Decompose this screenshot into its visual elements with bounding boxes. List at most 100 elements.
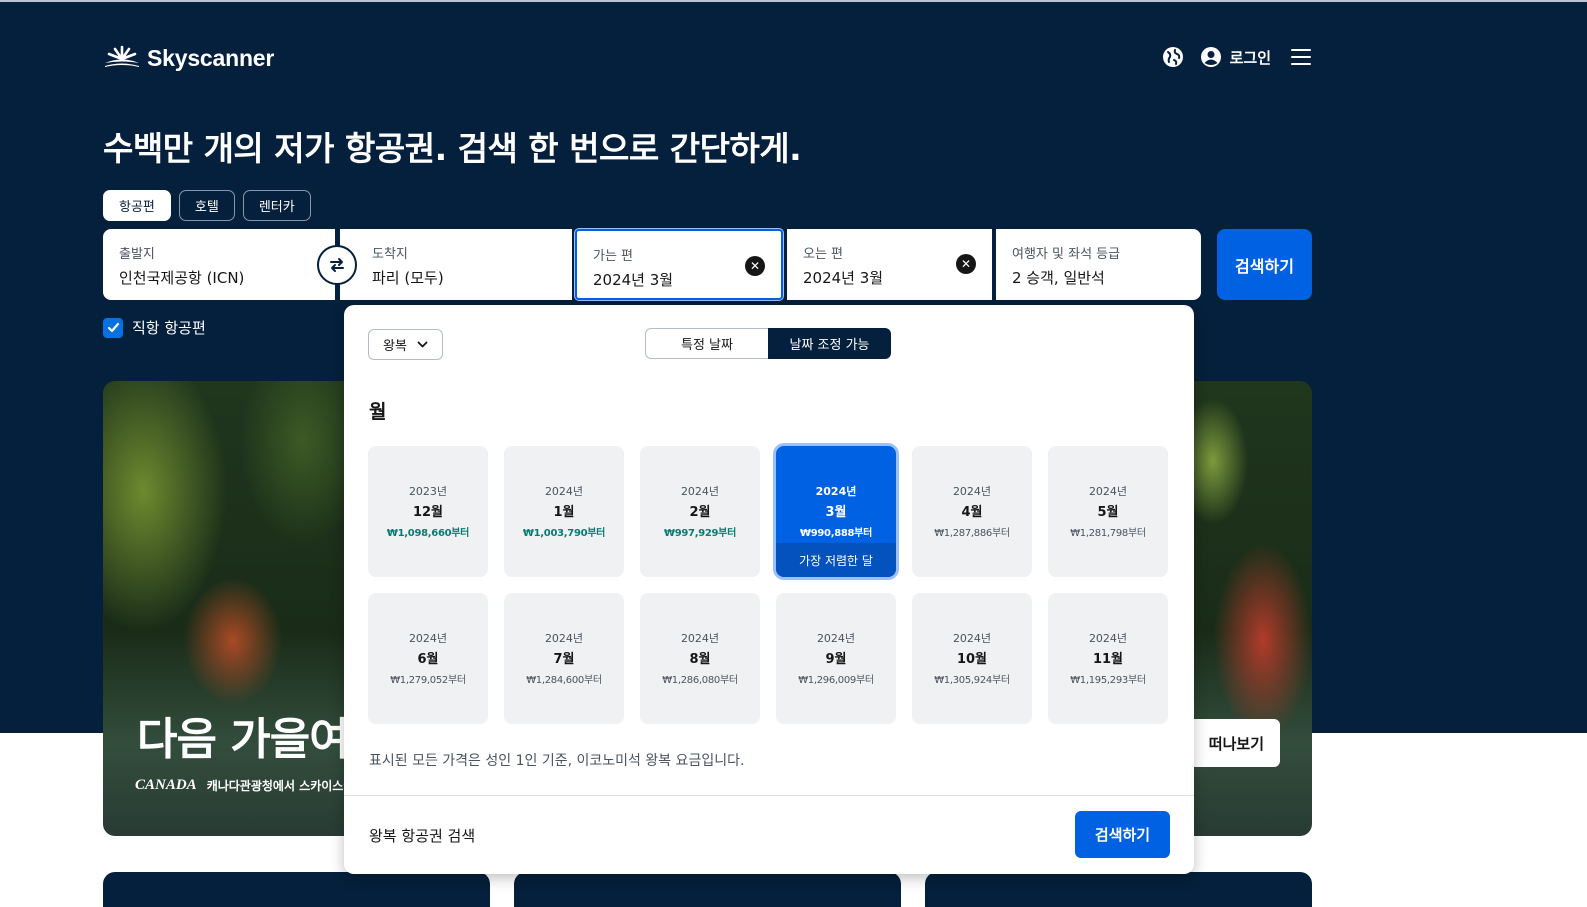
brand-name: Skyscanner	[147, 44, 275, 71]
month-card[interactable]: 2024년 5월 ₩1,281,798부터	[1048, 446, 1168, 577]
month-name: 6월	[417, 652, 439, 667]
month-price: ₩990,888부터	[800, 528, 872, 539]
month-price: ₩1,281,798부터	[1070, 528, 1146, 539]
depart-value: 2024년 3월	[593, 271, 674, 289]
skyscanner-logo[interactable]: Skyscanner	[103, 44, 274, 72]
return-date-field[interactable]: 오는 편 2024년 3월 ✕	[787, 229, 992, 300]
deal-card[interactable]	[514, 872, 901, 907]
month-card[interactable]: 2024년 11월 ₩1,195,293부터	[1048, 593, 1168, 724]
travellers-field[interactable]: 여행자 및 좌석 등급 2 승객, 일반석	[996, 229, 1201, 300]
trip-type-value: 왕복	[383, 339, 407, 354]
direct-flights-label: 직항 항공편	[132, 319, 206, 337]
panel-footer-text: 왕복 항공권 검색	[369, 827, 476, 845]
month-card[interactable]: 2024년 10월 ₩1,305,924부터	[912, 593, 1032, 724]
specific-date-tab[interactable]: 특정 날짜	[645, 328, 768, 359]
price-disclaimer: 표시된 모든 가격은 성인 1인 기준, 이코노미석 왕복 요금입니다.	[369, 753, 745, 769]
direct-flights-option[interactable]: 직항 항공편	[103, 317, 206, 338]
month-card[interactable]: 2024년 6월 ₩1,279,052부터	[368, 593, 488, 724]
month-price: ₩997,929부터	[664, 528, 736, 539]
date-picker-panel: 왕복 특정 날짜 날짜 조정 가능 월 2023년 12월 ₩1,098,660…	[344, 305, 1194, 874]
month-name: 2월	[689, 505, 711, 520]
return-label: 오는 편	[803, 247, 844, 262]
tab-hotels[interactable]: 호텔	[178, 190, 235, 221]
banner-sponsor-text: 캐나다관광청에서 스카이스캐너	[206, 779, 366, 793]
month-year: 2024년	[1088, 485, 1128, 498]
month-year: 2024년	[815, 485, 857, 498]
date-mode-toggle: 특정 날짜 날짜 조정 가능	[645, 328, 891, 359]
chevron-down-icon	[417, 341, 428, 347]
product-tabs: 항공편 호텔 렌터카	[103, 190, 311, 221]
panel-search-button[interactable]: 검색하기	[1075, 811, 1170, 858]
banner-sponsor: CANADA 캐나다관광청에서 스카이스캐너	[135, 777, 365, 794]
login-button[interactable]: 로그인	[1230, 47, 1271, 68]
month-card-selected[interactable]: 2024년 3월 ₩990,888부터 가장 저렴한 달	[776, 446, 896, 577]
month-card[interactable]: 2024년 8월 ₩1,286,080부터	[640, 593, 760, 724]
globe-icon[interactable]	[1162, 46, 1184, 68]
month-name: 9월	[825, 652, 847, 667]
destination-label: 도착지	[372, 247, 408, 262]
month-year: 2024년	[680, 485, 720, 498]
month-card[interactable]: 2024년 7월 ₩1,284,600부터	[504, 593, 624, 724]
month-price: ₩1,287,886부터	[934, 528, 1010, 539]
origin-label: 출발지	[119, 247, 155, 262]
page-headline: 수백만 개의 저가 항공권. 검색 한 번으로 간단하게.	[103, 129, 802, 168]
month-card[interactable]: 2023년 12월 ₩1,098,660부터	[368, 446, 488, 577]
tab-car-hire[interactable]: 렌터카	[242, 190, 311, 221]
month-name: 7월	[553, 652, 575, 667]
month-name: 1월	[553, 505, 575, 520]
canada-logo: CANADA	[135, 777, 197, 793]
return-value: 2024년 3월	[803, 269, 884, 287]
flexible-date-tab[interactable]: 날짜 조정 가능	[768, 328, 891, 359]
month-year: 2024년	[952, 485, 992, 498]
direct-flights-checkbox[interactable]	[103, 317, 123, 338]
month-name: 12월	[412, 505, 444, 520]
depart-label: 가는 편	[593, 249, 634, 264]
month-year: 2024년	[408, 632, 448, 645]
month-name: 8월	[689, 652, 711, 667]
month-grid: 2023년 12월 ₩1,098,660부터 2024년 1월 ₩1,003,7…	[368, 446, 1168, 724]
month-year: 2024년	[952, 632, 992, 645]
destination-value: 파리 (모두)	[372, 269, 444, 287]
tab-flights[interactable]: 항공편	[103, 190, 171, 221]
month-price: ₩1,284,600부터	[526, 675, 602, 686]
deal-card[interactable]	[103, 872, 490, 907]
month-name: 5월	[1097, 505, 1119, 520]
month-card[interactable]: 2024년 1월 ₩1,003,790부터	[504, 446, 624, 577]
month-year: 2024년	[544, 485, 584, 498]
swap-arrows-icon	[330, 258, 344, 272]
month-year: 2024년	[544, 632, 584, 645]
month-card[interactable]: 2024년 2월 ₩997,929부터	[640, 446, 760, 577]
month-card[interactable]: 2024년 4월 ₩1,287,886부터	[912, 446, 1032, 577]
checkmark-icon	[107, 322, 119, 333]
month-price: ₩1,098,660부터	[386, 528, 470, 539]
month-name: 11월	[1092, 652, 1124, 667]
panel-divider	[344, 795, 1194, 796]
sunburst-logo-icon	[105, 45, 139, 67]
months-heading: 월	[369, 401, 387, 423]
month-name: 10월	[956, 652, 988, 667]
trip-type-select[interactable]: 왕복	[368, 329, 443, 360]
header-actions: 로그인	[1162, 46, 1311, 68]
month-price: ₩1,279,052부터	[390, 675, 466, 686]
depart-date-field[interactable]: 가는 편 2024년 3월 ✕	[575, 229, 783, 300]
search-button[interactable]: 검색하기	[1217, 229, 1312, 300]
month-year: 2024년	[816, 632, 856, 645]
cheapest-month-badge: 가장 저렴한 달	[776, 543, 896, 577]
month-year: 2023년	[408, 485, 448, 498]
destination-field[interactable]: 도착지 파리 (모두)	[340, 229, 572, 300]
swap-locations-button[interactable]	[317, 245, 357, 285]
deal-card[interactable]	[925, 872, 1312, 907]
banner-title: 다음 가을여	[137, 714, 350, 765]
clear-depart-icon[interactable]: ✕	[745, 256, 765, 276]
user-account-icon[interactable]	[1200, 46, 1222, 68]
clear-return-icon[interactable]: ✕	[956, 254, 976, 274]
month-year: 2024년	[680, 632, 720, 645]
month-name: 3월	[825, 505, 847, 520]
month-name: 4월	[961, 505, 983, 520]
origin-field[interactable]: 출발지 인천국제공항 (ICN)	[103, 229, 335, 300]
hamburger-menu-icon[interactable]	[1291, 49, 1311, 65]
month-card[interactable]: 2024년 9월 ₩1,296,009부터	[776, 593, 896, 724]
month-year: 2024년	[1088, 632, 1128, 645]
travellers-value: 2 승객, 일반석	[1012, 269, 1105, 287]
origin-value: 인천국제공항 (ICN)	[119, 269, 245, 287]
